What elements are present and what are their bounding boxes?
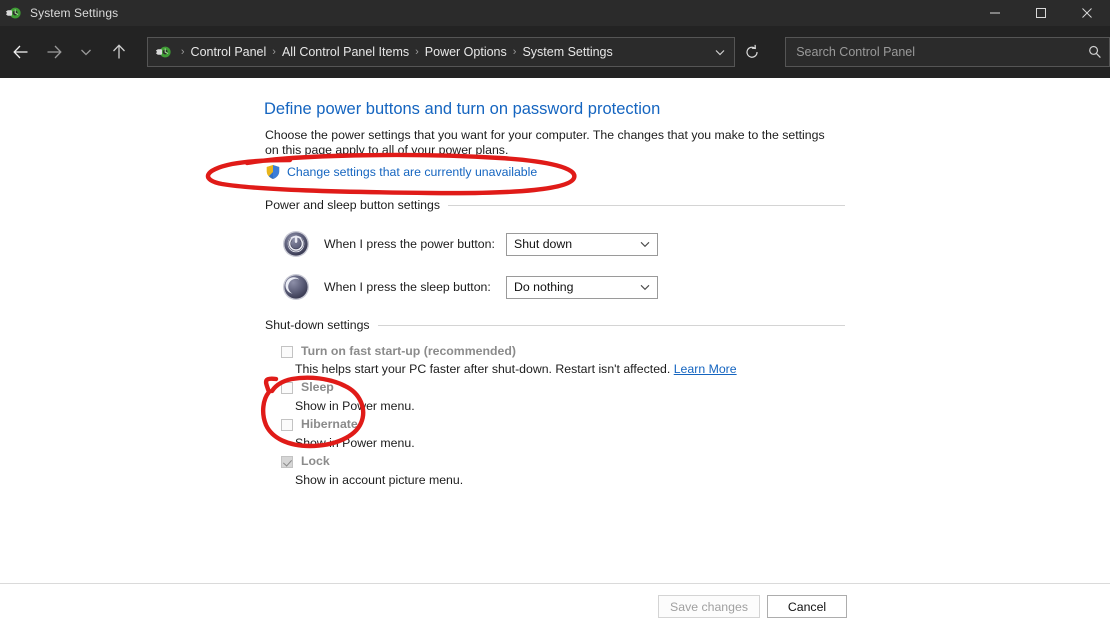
- power-options-icon: [6, 5, 22, 21]
- chevron-down-icon[interactable]: [633, 281, 657, 293]
- window-controls: [972, 0, 1110, 26]
- content-area: Define power buttons and turn on passwor…: [0, 78, 1110, 583]
- chevron-down-icon[interactable]: [633, 238, 657, 250]
- search-box[interactable]: [785, 37, 1110, 67]
- group-divider: [377, 324, 845, 326]
- sleep-button-action-value: Do nothing: [514, 280, 574, 294]
- search-input[interactable]: [786, 44, 1081, 60]
- sleep-button-icon: [282, 273, 310, 301]
- sleep-description: Show in Power menu.: [295, 399, 415, 413]
- fast-startup-checkbox[interactable]: [281, 346, 293, 358]
- sleep-button-setting-row: When I press the sleep button: Do nothin…: [282, 273, 658, 301]
- shield-icon: [265, 164, 281, 180]
- fast-startup-description: This helps start your PC faster after sh…: [295, 362, 737, 376]
- breadcrumb-item-system-settings[interactable]: System Settings: [519, 45, 615, 59]
- breadcrumb-item-all-control-panel-items[interactable]: All Control Panel Items: [279, 45, 412, 59]
- sleep-button-action-select[interactable]: Do nothing: [506, 275, 658, 299]
- lock-checkbox[interactable]: [281, 456, 293, 468]
- sleep-button-label: When I press the sleep button:: [324, 280, 491, 294]
- change-settings-link[interactable]: Change settings that are currently unava…: [287, 165, 537, 179]
- system-settings-window: System Settings › Control Panel › All Co…: [0, 0, 1110, 620]
- sleep-label: Sleep: [301, 380, 334, 394]
- power-group-header: Power and sleep button settings: [265, 198, 845, 212]
- lock-checkbox-row[interactable]: Lock: [281, 454, 330, 468]
- power-group-header-label: Power and sleep button settings: [265, 198, 441, 212]
- back-arrow-icon[interactable]: [5, 35, 37, 69]
- minimize-icon[interactable]: [972, 0, 1018, 26]
- up-arrow-icon[interactable]: [102, 35, 134, 69]
- window-title: System Settings: [30, 6, 119, 20]
- address-bar-chevron-down-icon[interactable]: [706, 45, 734, 59]
- shutdown-group-header: Shut-down settings: [265, 318, 845, 332]
- address-bar-power-options-icon: [155, 44, 172, 60]
- page-title: Define power buttons and turn on passwor…: [264, 100, 661, 118]
- forward-arrow-icon[interactable]: [37, 35, 69, 69]
- breadcrumb: › Control Panel › All Control Panel Item…: [178, 45, 706, 59]
- sleep-checkbox[interactable]: [281, 382, 293, 394]
- breadcrumb-separator: ›: [180, 46, 185, 58]
- lock-description: Show in account picture menu.: [295, 473, 464, 487]
- hibernate-description: Show in Power menu.: [295, 436, 415, 450]
- page-description: Choose the power settings that you want …: [265, 128, 825, 157]
- breadcrumb-separator: ›: [272, 46, 276, 58]
- hibernate-checkbox-row[interactable]: Hibernate: [281, 417, 358, 431]
- hibernate-checkbox[interactable]: [281, 419, 293, 431]
- sleep-checkbox-row[interactable]: Sleep: [281, 380, 334, 394]
- change-settings-link-row[interactable]: Change settings that are currently unava…: [265, 164, 537, 180]
- fast-startup-label: Turn on fast start-up (recommended): [301, 344, 516, 358]
- refresh-icon[interactable]: [737, 37, 767, 67]
- breadcrumb-item-power-options[interactable]: Power Options: [422, 45, 510, 59]
- cancel-button[interactable]: Cancel: [767, 595, 847, 618]
- breadcrumb-separator: ›: [512, 46, 517, 58]
- close-icon[interactable]: [1064, 0, 1110, 26]
- group-divider: [448, 204, 845, 206]
- breadcrumb-item-control-panel[interactable]: Control Panel: [188, 45, 270, 59]
- fast-startup-checkbox-row[interactable]: Turn on fast start-up (recommended): [281, 344, 516, 358]
- learn-more-link[interactable]: Learn More: [674, 362, 737, 376]
- address-bar[interactable]: › Control Panel › All Control Panel Item…: [146, 37, 736, 67]
- power-button-icon: [282, 230, 310, 258]
- maximize-icon[interactable]: [1018, 0, 1064, 26]
- hibernate-label: Hibernate: [301, 417, 358, 431]
- power-button-setting-row: When I press the power button: Shut down: [282, 230, 658, 258]
- shutdown-group-header-label: Shut-down settings: [265, 318, 370, 332]
- lock-label: Lock: [301, 454, 330, 468]
- power-button-action-value: Shut down: [514, 237, 573, 251]
- power-button-label: When I press the power button:: [324, 237, 495, 251]
- search-icon[interactable]: [1081, 44, 1109, 60]
- power-button-action-select[interactable]: Shut down: [506, 232, 658, 256]
- footer-bar: Save changes Cancel: [0, 584, 1110, 620]
- fast-startup-description-text: This helps start your PC faster after sh…: [295, 362, 671, 376]
- breadcrumb-separator: ›: [415, 46, 419, 58]
- recent-locations-chevron-down-icon[interactable]: [70, 35, 102, 69]
- save-changes-button[interactable]: Save changes: [658, 595, 760, 618]
- navigation-bar: › Control Panel › All Control Panel Item…: [0, 26, 1110, 78]
- title-bar: System Settings: [0, 0, 1110, 26]
